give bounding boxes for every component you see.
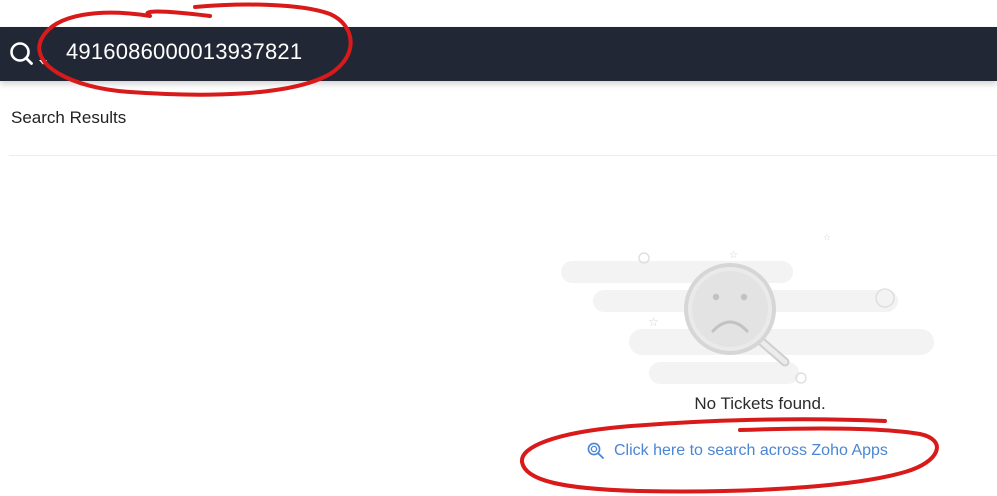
no-results-illustration: ☆ ☆ ☆	[561, 233, 934, 384]
zoho-search-icon	[587, 442, 604, 459]
svg-text:☆: ☆	[648, 315, 659, 329]
search-across-zoho-apps-label: Click here to search across Zoho Apps	[614, 442, 888, 459]
top-strip	[0, 0, 997, 27]
search-icon	[10, 42, 47, 65]
search-bar	[0, 27, 997, 81]
caret-down-icon	[39, 60, 47, 65]
search-input[interactable]	[66, 37, 666, 67]
svg-text:☆: ☆	[729, 250, 738, 261]
divider	[9, 155, 997, 156]
svg-text:☆: ☆	[823, 233, 831, 243]
search-across-zoho-apps-link[interactable]: Click here to search across Zoho Apps	[586, 441, 888, 461]
search-scope-toggle[interactable]	[8, 39, 52, 71]
search-results-heading: Search Results	[11, 108, 127, 127]
empty-state-message: No Tickets found.	[694, 394, 826, 413]
